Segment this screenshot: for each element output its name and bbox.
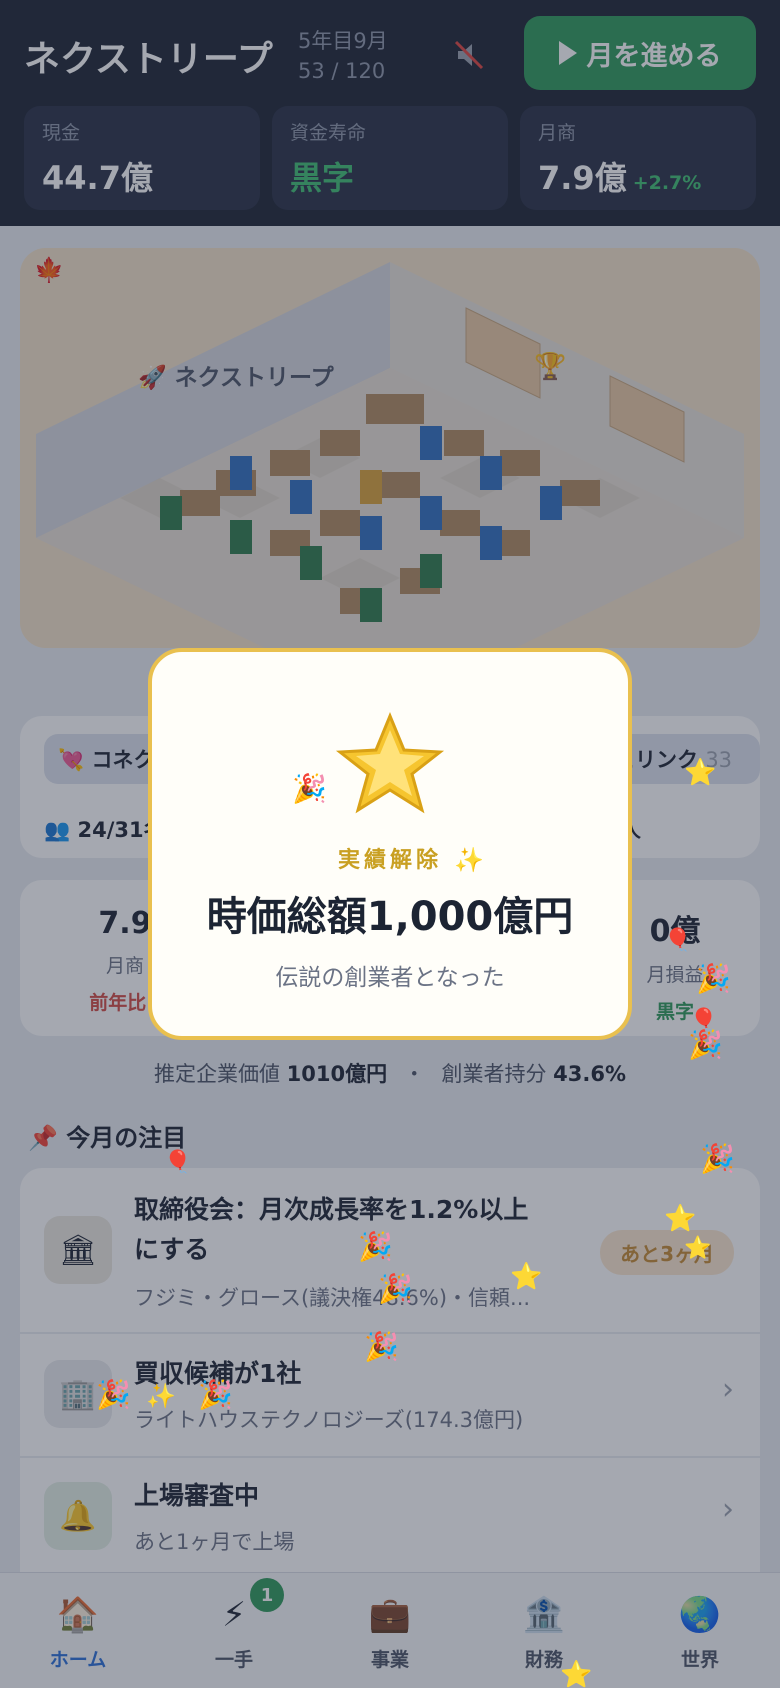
balloon-icon: 🎈 (664, 928, 692, 953)
party-popper-icon: 🎉 (358, 1230, 393, 1263)
party-popper-icon: 🎉 (688, 1028, 723, 1061)
party-popper-icon: 🎉 (378, 1272, 413, 1305)
sparkles-icon: ✨ (454, 846, 484, 874)
achievement-title: 時価総額1,000億円 (206, 894, 574, 940)
achievement-modal[interactable]: 実績解除 時価総額1,000億円 伝説の創業者となった (148, 648, 632, 1040)
achievement-description: 伝説の創業者となった (275, 965, 505, 991)
glowing-star-icon (335, 712, 445, 814)
party-popper-icon: 🎉 (696, 962, 731, 995)
achievement-kicker: 実績解除 (337, 848, 442, 873)
sparkles-icon: ✨ (146, 1382, 176, 1410)
balloon-icon: 🎈 (164, 1150, 192, 1175)
star-icon: ⭐ (684, 758, 717, 788)
party-popper-icon: 🎉 (364, 1330, 399, 1363)
party-popper-icon: 🎉 (96, 1378, 131, 1411)
party-popper-icon: 🎉 (198, 1378, 233, 1411)
star-icon: ⭐ (560, 1660, 593, 1688)
star-icon: ⭐ (684, 1236, 712, 1261)
star-icon: ⭐ (664, 1204, 697, 1234)
party-popper-icon: 🎉 (700, 1142, 735, 1175)
party-popper-icon: 🎉 (292, 772, 327, 805)
star-icon: ⭐ (510, 1262, 543, 1292)
